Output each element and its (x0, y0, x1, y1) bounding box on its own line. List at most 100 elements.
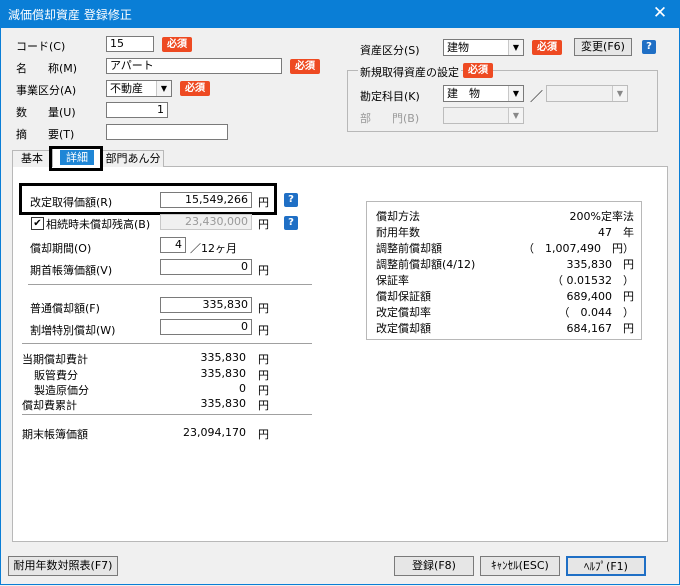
code-label: コード(C) (16, 40, 66, 53)
help-button[interactable]: ﾍﾙﾌﾟ(F1) (566, 556, 646, 576)
yen-unit: 円 (258, 369, 269, 382)
ending-book-label: 期末帳簿価額 (22, 428, 88, 441)
tab-focus-highlight (49, 146, 103, 171)
yen-unit: 円 (258, 353, 269, 366)
name-label-b: 称(M) (48, 62, 78, 75)
tab-basic[interactable]: 基本 (12, 150, 52, 167)
category-select[interactable]: 不動産 ▼ (106, 80, 172, 97)
calc-row-value: （ 1,007,490 円） (523, 242, 634, 255)
calc-row-value: 47 年 (598, 226, 634, 239)
yen-unit: 円 (258, 428, 269, 441)
help-icon[interactable]: ? (642, 40, 656, 54)
required-badge: 必須 (532, 40, 562, 55)
chevron-down-icon[interactable]: ▼ (508, 40, 523, 55)
normal-dep-label: 普通償却額(F) (30, 302, 100, 315)
current-dep-label: 当期償却費計 (22, 353, 88, 366)
summary-label-a: 摘 (16, 128, 27, 141)
calc-row-value: （ 0.044 ） (558, 306, 635, 319)
yen-unit: 円 (258, 264, 269, 277)
period-suffix: ／12ヶ月 (190, 242, 237, 255)
calc-row-label: 保証率 (376, 274, 409, 287)
calc-row-label: 改定償却率 (376, 306, 431, 319)
quantity-label-b: 量(U) (48, 106, 76, 119)
yen-unit: 円 (258, 324, 269, 337)
calc-row-value: （ 0.01532 ） (552, 274, 634, 287)
asset-class-select[interactable]: 建物 ▼ (443, 39, 524, 56)
category-value: 不動産 (110, 82, 143, 95)
account-value: 建 物 (447, 87, 480, 100)
cancel-button[interactable]: ｷｬﾝｾﾙ(ESC) (480, 556, 560, 576)
chevron-down-icon[interactable]: ▼ (508, 108, 523, 123)
calc-row-label: 調整前償却額(4/12) (376, 258, 476, 271)
yen-unit: 円 (258, 218, 269, 231)
calc-row-value: 200%定率法 (569, 210, 634, 223)
chevron-down-icon[interactable]: ▼ (508, 86, 523, 101)
yen-unit: 円 (258, 302, 269, 315)
category-label: 事業区分(A) (16, 84, 77, 97)
new-acquisition-title: 新規取得資産の設定 (358, 64, 461, 80)
calc-row-label: 償却保証額 (376, 290, 431, 303)
special-dep-input[interactable]: 0 (160, 319, 252, 335)
help-icon[interactable]: ? (284, 216, 298, 230)
useful-life-table-button[interactable]: 耐用年数対照表(F7) (8, 556, 118, 576)
slash-separator: ／ (530, 90, 544, 105)
inherit-checkbox[interactable]: ✔ (31, 217, 44, 230)
quantity-label-a: 数 (16, 106, 27, 119)
account-label: 勘定科目(K) (360, 90, 420, 103)
revised-cost-highlight (19, 183, 277, 215)
divider (22, 343, 312, 345)
dept-label-b: 門(B) (392, 112, 420, 125)
asset-class-value: 建物 (447, 41, 469, 54)
chevron-down-icon[interactable]: ▼ (156, 81, 171, 96)
account-select[interactable]: 建 物 ▼ (443, 85, 524, 102)
accumulated-value: 335,830 (200, 397, 247, 410)
close-icon[interactable]: ✕ (650, 3, 670, 23)
asset-class-label: 資産区分(S) (360, 44, 420, 57)
window-title: 減価償却資産 登録修正 (8, 8, 132, 22)
register-button[interactable]: 登録(F8) (394, 556, 474, 576)
title-bar: 減価償却資産 登録修正 ✕ (0, 0, 680, 28)
required-badge: 必須 (162, 37, 192, 52)
name-label-a: 名 (16, 62, 27, 75)
period-input[interactable]: 4 (160, 237, 186, 253)
yen-unit: 円 (258, 384, 269, 397)
sales-admin-value: 335,830 (200, 367, 247, 380)
code-input[interactable]: 15 (106, 36, 154, 52)
calc-row-label: 調整前償却額 (376, 242, 442, 255)
divider (22, 414, 312, 416)
yen-unit: 円 (258, 399, 269, 412)
opening-book-input[interactable]: 0 (160, 259, 252, 275)
summary-label-b: 要(T) (48, 128, 75, 141)
tab-department-allocation[interactable]: 部門あん分 (102, 150, 164, 167)
calc-row-label: 改定償却額 (376, 322, 431, 335)
divider (28, 284, 312, 286)
chevron-down-icon[interactable]: ▼ (612, 86, 627, 101)
dept-select[interactable]: ▼ (443, 107, 524, 124)
name-input[interactable]: アパート (106, 58, 282, 74)
required-badge: 必須 (463, 63, 493, 78)
ending-book-value: 23,094,170 (183, 426, 246, 439)
special-dep-label: 割増特別償却(W) (30, 324, 116, 337)
calc-row-value: 684,167 円 (566, 322, 635, 335)
opening-book-label: 期首帳簿価額(V) (30, 264, 113, 277)
calc-row-label: 耐用年数 (376, 226, 420, 239)
dept-label-a: 部 (360, 112, 371, 125)
period-label: 償却期間(O) (30, 242, 92, 255)
calc-row-value: 689,400 円 (566, 290, 635, 303)
help-icon[interactable]: ? (284, 193, 298, 207)
summary-input[interactable] (106, 124, 228, 140)
change-button[interactable]: 変更(F6) (574, 38, 632, 56)
manufacturing-label: 製造原価分 (34, 384, 89, 397)
calc-row-value: 335,830 円 (566, 258, 635, 271)
calc-row-label: 償却方法 (376, 210, 420, 223)
required-badge: 必須 (290, 59, 320, 74)
inherit-value: 23,430,000 (160, 214, 252, 230)
sub-account-select[interactable]: ▼ (546, 85, 628, 102)
normal-dep-input[interactable]: 335,830 (160, 297, 252, 313)
quantity-input[interactable]: 1 (106, 102, 168, 118)
required-badge: 必須 (180, 81, 210, 96)
sales-admin-label: 販管費分 (34, 369, 78, 382)
manufacturing-value: 0 (239, 382, 246, 395)
accumulated-label: 償却費累計 (22, 399, 77, 412)
inherit-label: 相続時未償却残高(B) (46, 218, 151, 231)
